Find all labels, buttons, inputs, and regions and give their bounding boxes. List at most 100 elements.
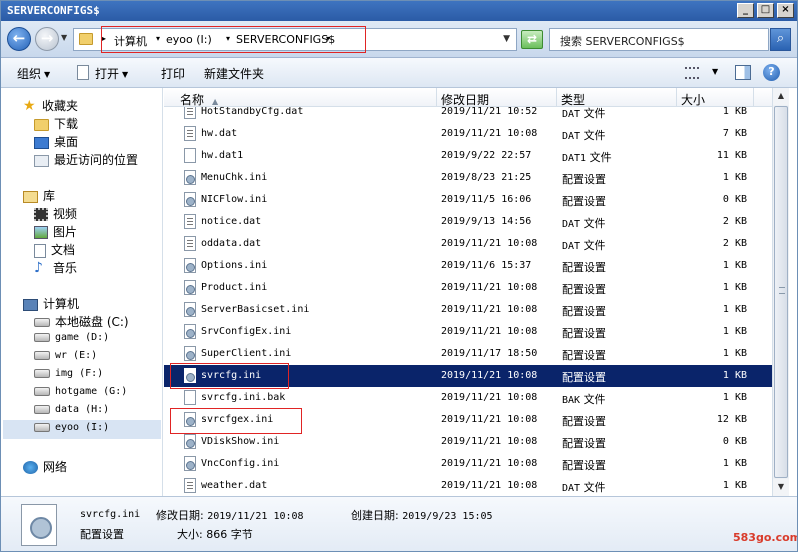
recent-pages-dropdown-icon[interactable]: ▼ — [61, 33, 67, 42]
file-name: Product.ini — [201, 282, 268, 293]
nav-recent[interactable]: 最近访问的位置 — [34, 151, 138, 169]
new-folder-button[interactable]: 新建文件夹 — [204, 65, 264, 82]
back-button[interactable]: ← — [7, 27, 31, 51]
nav-music-label: 音乐 — [53, 261, 78, 275]
scroll-down-icon[interactable]: ▼ — [773, 479, 789, 496]
file-type-label: 配置设置 — [562, 261, 606, 274]
file-type-label: 文件 — [583, 239, 606, 252]
organize-menu[interactable]: 组织 ▼ — [17, 65, 50, 82]
config-file-icon — [184, 192, 196, 207]
nav-drive-h[interactable]: data (H:) — [34, 404, 109, 422]
preview-pane-icon[interactable] — [735, 65, 751, 80]
forward-button[interactable]: → — [35, 27, 59, 51]
file-row[interactable]: Product.ini 2019/11/21 10:08 配置设置 1 KB — [164, 277, 772, 299]
nav-network[interactable]: 网络 — [23, 458, 67, 476]
nav-computer[interactable]: 计算机 — [23, 295, 79, 313]
help-icon[interactable]: ? — [763, 64, 780, 81]
open-menu[interactable]: 打开 ▼ — [95, 65, 128, 82]
column-divider[interactable] — [556, 88, 557, 107]
drive-icon — [34, 332, 50, 342]
search-placeholder: 搜索 SERVERCONFIGS$ — [560, 35, 685, 48]
column-size[interactable]: 大小 — [681, 91, 705, 108]
config-file-large-icon — [21, 504, 57, 546]
file-row[interactable]: SuperClient.ini 2019/11/17 18:50 配置设置 1 KB — [164, 343, 772, 365]
open-label: 打开 — [95, 67, 120, 81]
nav-drive-e[interactable]: wr (E:) — [34, 350, 97, 368]
file-type: 配置设置 — [562, 435, 606, 451]
file-row[interactable]: svrcfg.ini.bak 2019/11/21 10:08 BAK 文件 1 KB — [164, 387, 772, 409]
column-divider[interactable] — [436, 88, 437, 107]
file-type: 配置设置 — [562, 171, 606, 187]
nav-download[interactable]: 下载 — [34, 115, 78, 133]
search-input[interactable]: 搜索 SERVERCONFIGS$ — [549, 28, 769, 51]
file-type-ext: DAT1 — [562, 153, 587, 164]
chevron-down-icon[interactable]: ▼ — [712, 67, 718, 76]
file-size: 0 KB — [722, 436, 747, 447]
nav-drive-g[interactable]: hotgame (G:) — [34, 386, 127, 404]
minimize-button[interactable]: _ — [737, 3, 754, 18]
nav-drive-f[interactable]: img (F:) — [34, 368, 103, 386]
nav-pictures[interactable]: 图片 — [34, 223, 77, 241]
search-icon[interactable]: ⌕ — [770, 28, 791, 51]
library-icon — [23, 190, 38, 203]
file-row[interactable]: ServerBasicset.ini 2019/11/21 10:08 配置设置 1 … — [164, 299, 772, 321]
navigation-pane: ★ 收藏夹 下载 桌面 最近访问的位置 库 视频 图片 文档 ♪ 音乐 计算机 本地… — [1, 88, 163, 496]
column-divider[interactable] — [753, 88, 754, 107]
file-icon — [184, 148, 196, 163]
close-button[interactable]: × — [777, 3, 794, 18]
file-type: 配置设置 — [562, 193, 606, 209]
file-size: 7 KB — [722, 128, 747, 139]
file-row[interactable]: hw.dat1 2019/9/22 22:57 DAT1 文件 11 KB — [164, 145, 772, 167]
file-size: 1 KB — [722, 370, 747, 381]
window-title: SERVERCONFIGS$ — [7, 4, 100, 17]
desktop-icon — [34, 136, 49, 149]
nav-favorites[interactable]: ★ 收藏夹 — [23, 97, 78, 115]
column-divider[interactable] — [676, 88, 677, 107]
nav-documents[interactable]: 文档 — [34, 241, 75, 259]
nav-favorites-label: 收藏夹 — [42, 99, 79, 113]
file-row[interactable]: SrvConfigEx.ini 2019/11/21 10:08 配置设置 1 KB — [164, 321, 772, 343]
maximize-button[interactable]: □ — [757, 3, 774, 18]
organize-label: 组织 — [17, 67, 42, 81]
nav-libraries[interactable]: 库 — [23, 187, 55, 205]
address-history-dropdown-icon[interactable]: ▼ — [503, 34, 510, 44]
file-date: 2019/11/21 10:08 — [441, 458, 538, 469]
file-date: 2019/11/21 10:08 — [441, 282, 538, 293]
nav-videos[interactable]: 视频 — [34, 205, 77, 223]
config-file-icon — [184, 280, 196, 295]
nav-music[interactable]: ♪ 音乐 — [34, 259, 77, 277]
file-row[interactable]: VDiskShow.ini 2019/11/21 10:08 配置设置 0 KB — [164, 431, 772, 453]
file-name: ServerBasicset.ini — [201, 304, 310, 315]
print-button[interactable]: 打印 — [161, 65, 185, 82]
file-row[interactable]: Options.ini 2019/11/6 15:37 配置设置 1 KB — [164, 255, 772, 277]
column-date[interactable]: 修改日期 — [441, 91, 489, 108]
file-size: 11 KB — [716, 150, 747, 161]
vertical-scrollbar[interactable]: ▲ ▼ — [772, 88, 789, 496]
file-row[interactable]: weather.dat 2019/11/21 10:08 DAT 文件 1 KB — [164, 475, 772, 496]
file-type: DAT 文件 — [562, 215, 606, 231]
file-row[interactable]: MenuChk.ini 2019/8/23 21:25 配置设置 1 KB — [164, 167, 772, 189]
file-row[interactable]: oddata.dat 2019/11/21 10:08 DAT 文件 2 KB — [164, 233, 772, 255]
file-row[interactable]: VncConfig.ini 2019/11/21 10:08 配置设置 1 KB — [164, 453, 772, 475]
column-type[interactable]: 类型 — [561, 91, 585, 108]
file-type: BAK 文件 — [562, 391, 606, 407]
explorer-window: SERVERCONFIGS$ _ □ × ← → ▼ ▸ 计算机 ▾ eyoo … — [0, 0, 798, 552]
column-name[interactable]: 名称 ▲ — [180, 91, 218, 108]
scrollbar-thumb[interactable] — [774, 106, 788, 478]
scroll-up-icon[interactable]: ▲ — [773, 88, 789, 105]
file-row[interactable]: NICFlow.ini 2019/11/5 16:06 配置设置 0 KB — [164, 189, 772, 211]
details-size-label: 大小: — [177, 528, 203, 541]
refresh-button[interactable]: ⇄ — [521, 30, 543, 49]
details-modified-value: 2019/11/21 10:08 — [207, 511, 304, 522]
file-type: 配置设置 — [562, 303, 606, 319]
nav-desktop[interactable]: 桌面 — [34, 133, 78, 151]
file-row[interactable]: notice.dat 2019/9/13 14:56 DAT 文件 2 KB — [164, 211, 772, 233]
nav-drive-d[interactable]: game (D:) — [34, 332, 109, 350]
folder-icon — [79, 33, 93, 45]
file-size: 2 KB — [722, 238, 747, 249]
nav-drive-c[interactable]: 本地磁盘 (C:) — [34, 313, 129, 331]
view-options-icon[interactable] — [685, 67, 699, 79]
file-row[interactable]: hw.dat 2019/11/21 10:08 DAT 文件 7 KB — [164, 123, 772, 145]
nav-drive-i[interactable]: eyoo (I:) — [34, 422, 109, 440]
chevron-down-icon: ▼ — [44, 70, 51, 79]
